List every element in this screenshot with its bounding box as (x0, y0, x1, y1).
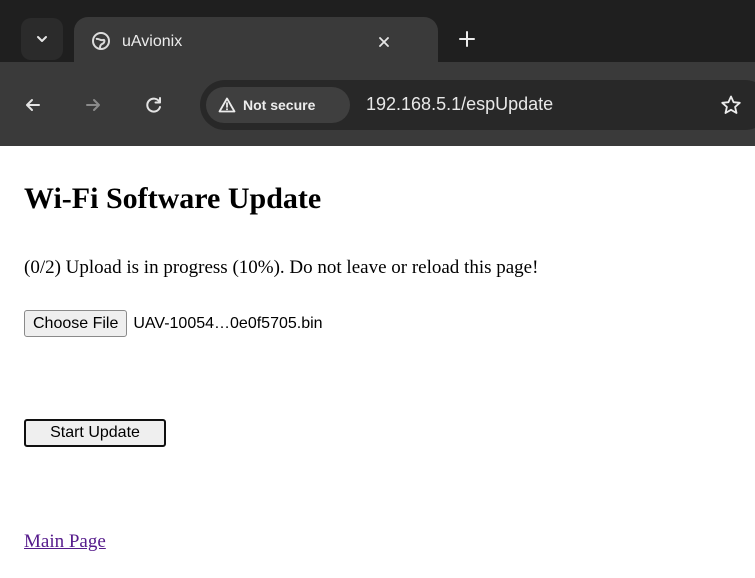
plus-icon (459, 31, 475, 47)
warning-triangle-icon (218, 97, 236, 113)
choose-file-button[interactable]: Choose File (24, 310, 128, 337)
browser-toolbar: Not secure 192.168.5.1/espUpdate (0, 62, 755, 146)
security-label: Not secure (243, 97, 316, 113)
forward-arrow-icon (86, 99, 100, 111)
close-icon[interactable] (372, 30, 396, 54)
new-tab-button[interactable] (452, 24, 482, 54)
bookmark-button[interactable] (718, 92, 744, 118)
main-page-link[interactable]: Main Page (24, 531, 106, 553)
url-text[interactable]: 192.168.5.1/espUpdate (366, 94, 553, 115)
security-chip[interactable]: Not secure (206, 87, 350, 123)
tab-title: uAvionix (122, 33, 183, 50)
reload-icon (146, 97, 161, 113)
tab-search-button[interactable] (21, 18, 63, 60)
reload-button[interactable] (139, 90, 169, 120)
selected-file-name: UAV-10054…0e0f5705.bin (133, 314, 323, 332)
address-bar[interactable]: Not secure 192.168.5.1/espUpdate (200, 80, 755, 130)
globe-icon (92, 32, 110, 50)
back-arrow-icon (26, 99, 40, 111)
chevron-down-icon (37, 36, 47, 42)
upload-status: (0/2) Upload is in progress (10%). Do no… (24, 257, 539, 278)
back-button[interactable] (18, 90, 48, 120)
page-title: Wi-Fi Software Update (24, 182, 322, 215)
star-icon (721, 95, 741, 114)
start-update-button[interactable]: Start Update (24, 419, 166, 447)
file-input[interactable]: Choose File UAV-10054…0e0f5705.bin (24, 310, 323, 337)
forward-button[interactable] (78, 90, 108, 120)
